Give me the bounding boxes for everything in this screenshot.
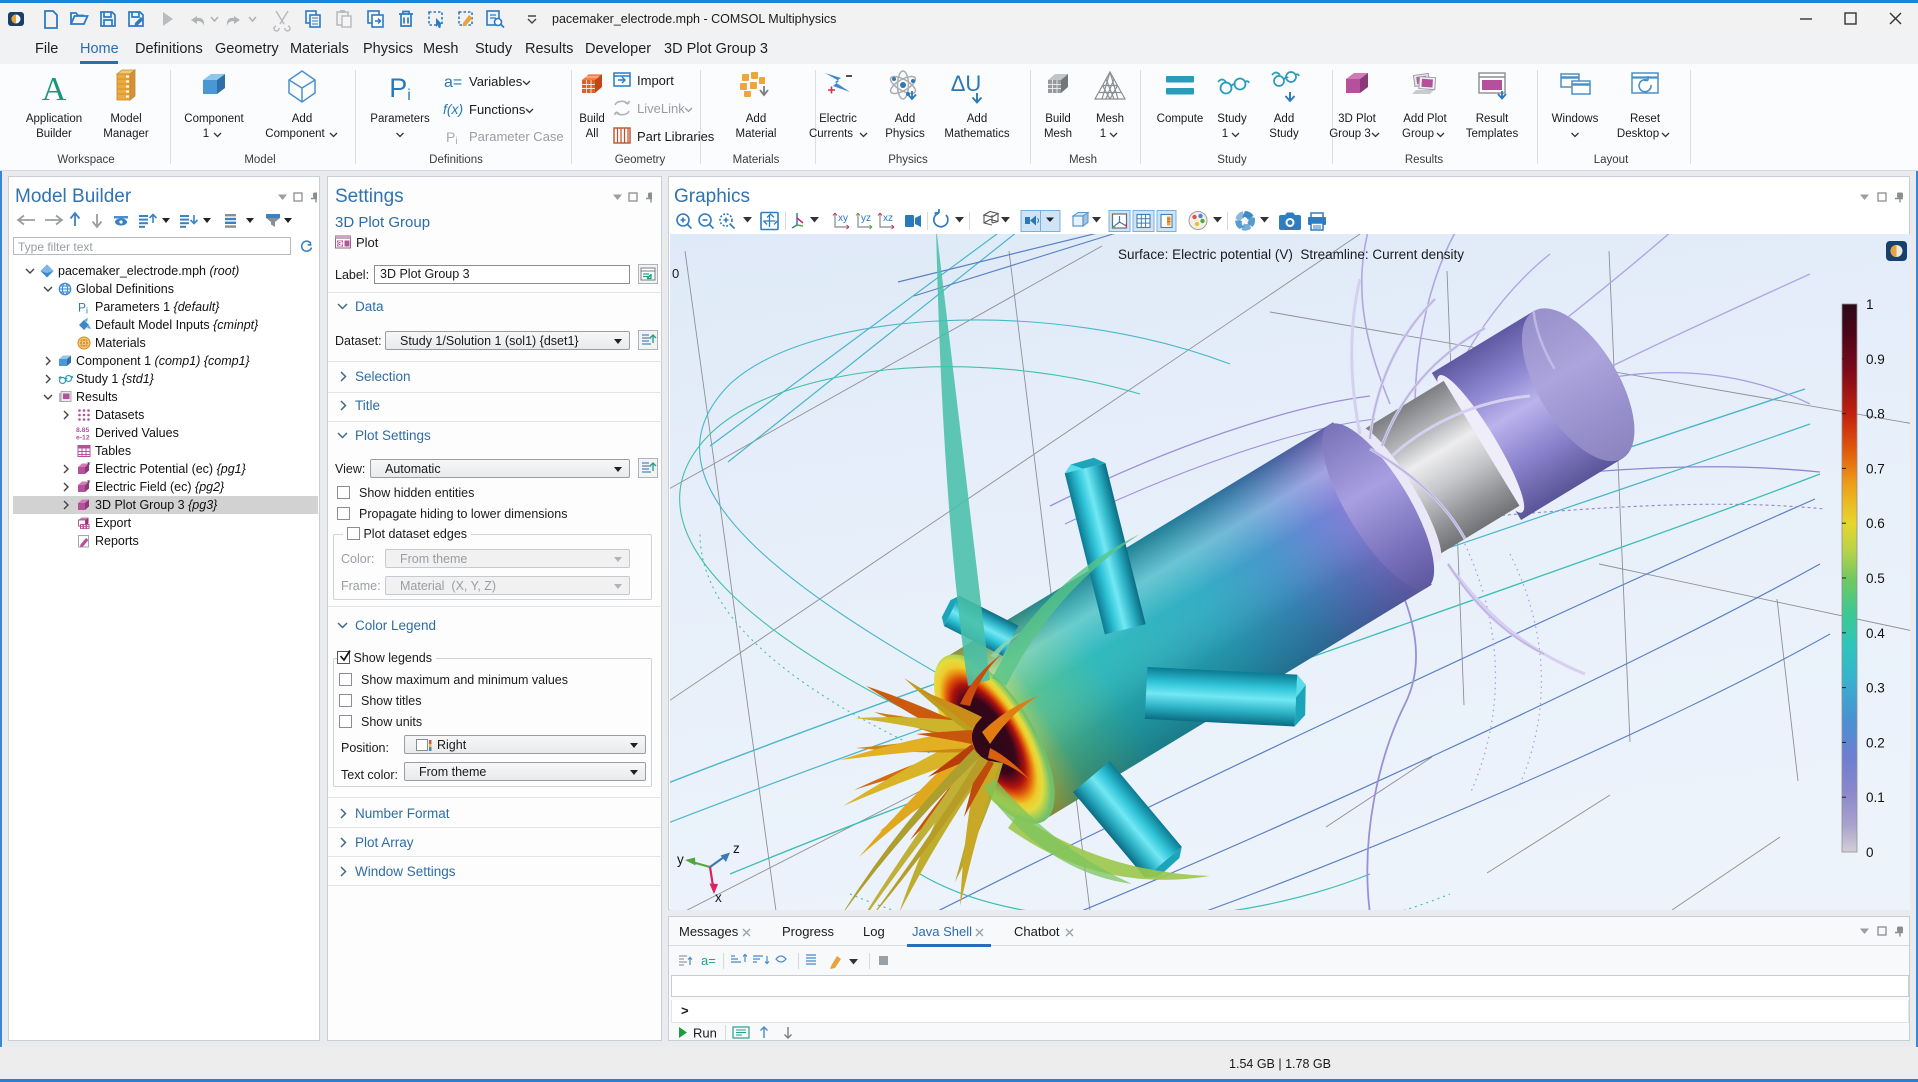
svg-text:1: 1 xyxy=(1100,128,1106,140)
svg-text:a=: a= xyxy=(444,74,462,91)
svg-text:0.6: 0.6 xyxy=(1866,516,1885,531)
svg-text:Layout: Layout xyxy=(1594,154,1629,166)
svg-text:A: A xyxy=(42,71,67,108)
svg-text:Geometry: Geometry xyxy=(615,154,666,166)
svg-text:*: * xyxy=(87,480,91,488)
svg-text:Variables: Variables xyxy=(469,74,523,89)
svg-text:Component: Component xyxy=(265,128,325,140)
svg-text:xy: xy xyxy=(838,213,848,224)
svg-text:Add: Add xyxy=(1274,113,1294,125)
svg-text:0.2: 0.2 xyxy=(1866,735,1885,750)
svg-text:Add Plot: Add Plot xyxy=(1403,113,1447,125)
svg-text:Pi: Pi xyxy=(389,73,411,104)
svg-text:pacemaker_electrode.mph - COMS: pacemaker_electrode.mph - COMSOL Multiph… xyxy=(552,12,836,26)
svg-text:0.3: 0.3 xyxy=(1866,681,1885,696)
svg-text:*: * xyxy=(87,462,91,470)
svg-text:Compute: Compute xyxy=(1157,113,1204,125)
svg-text:Currents: Currents xyxy=(809,128,853,140)
svg-text:0.1: 0.1 xyxy=(1866,790,1885,805)
svg-text:Reset: Reset xyxy=(1630,113,1661,125)
svg-text:Group: Group xyxy=(1402,128,1434,140)
svg-text:Study: Study xyxy=(1217,113,1247,125)
svg-text:y: y xyxy=(677,852,684,867)
svg-text:Component: Component xyxy=(184,113,244,125)
svg-text:Study: Study xyxy=(1217,154,1247,166)
svg-text:e-12: e-12 xyxy=(76,435,90,442)
svg-text:Add: Add xyxy=(967,113,987,125)
svg-text:0.5: 0.5 xyxy=(1866,571,1885,586)
svg-text:Functions: Functions xyxy=(469,102,526,117)
svg-text:Builder: Builder xyxy=(36,128,72,140)
svg-text:3D Plot: 3D Plot xyxy=(1338,113,1377,125)
svg-text:Model: Model xyxy=(110,113,141,125)
svg-text:Parameters: Parameters xyxy=(370,113,430,125)
svg-text:f(x): f(x) xyxy=(443,101,463,117)
svg-text:Results: Results xyxy=(1405,154,1444,166)
svg-text:Physics: Physics xyxy=(885,128,925,140)
svg-text:Workspace: Workspace xyxy=(57,154,114,166)
svg-text:Definitions: Definitions xyxy=(429,154,483,166)
svg-text:0: 0 xyxy=(672,266,679,281)
svg-text:yz: yz xyxy=(861,213,871,224)
svg-text:Mesh: Mesh xyxy=(1069,154,1097,166)
svg-text:All: All xyxy=(586,128,599,140)
svg-text:Material: Material xyxy=(736,128,777,140)
svg-text:Study: Study xyxy=(1269,128,1299,140)
svg-text:LiveLink: LiveLink xyxy=(637,101,685,116)
svg-text:Run: Run xyxy=(693,1026,717,1041)
svg-text:1: 1 xyxy=(1866,297,1874,312)
svg-text:Mesh: Mesh xyxy=(1044,128,1072,140)
svg-text:P: P xyxy=(78,301,86,315)
svg-text:xz: xz xyxy=(883,213,893,224)
svg-text:Windows: Windows xyxy=(1552,113,1599,125)
svg-text:0: 0 xyxy=(1866,845,1874,860)
svg-text:0.9: 0.9 xyxy=(1866,352,1885,367)
svg-text:Mesh: Mesh xyxy=(1096,113,1124,125)
svg-text:a=: a= xyxy=(701,953,716,968)
svg-text:Add: Add xyxy=(292,113,312,125)
svg-text:Result: Result xyxy=(1476,113,1509,125)
svg-text:Parameter Case: Parameter Case xyxy=(469,129,564,144)
svg-text:Part Libraries: Part Libraries xyxy=(637,129,715,144)
svg-text:Add: Add xyxy=(746,113,766,125)
svg-text:Surface: Electric potential (V: Surface: Electric potential (V) Streamli… xyxy=(1118,247,1464,262)
svg-text:Pi: Pi xyxy=(446,129,458,147)
svg-text:Model: Model xyxy=(244,154,275,166)
svg-text:Templates: Templates xyxy=(1466,128,1519,140)
svg-text:Build: Build xyxy=(579,113,605,125)
svg-text:Desktop: Desktop xyxy=(1617,128,1659,140)
svg-text:Application: Application xyxy=(26,113,82,125)
svg-text:Electric: Electric xyxy=(819,113,857,125)
svg-text:0.8: 0.8 xyxy=(1866,407,1885,422)
svg-text:x: x xyxy=(715,890,722,905)
svg-text:Add: Add xyxy=(895,113,915,125)
svg-text:ΔU: ΔU xyxy=(951,71,982,96)
svg-text:Import: Import xyxy=(637,73,674,88)
svg-text:i: i xyxy=(86,306,88,315)
svg-text:Manager: Manager xyxy=(103,128,149,140)
svg-text:Physics: Physics xyxy=(888,154,928,166)
svg-text:1: 1 xyxy=(203,128,209,140)
svg-text:0.7: 0.7 xyxy=(1866,461,1885,476)
svg-text:z: z xyxy=(733,841,740,856)
svg-text:Mathematics: Mathematics xyxy=(944,128,1009,140)
svg-text:8.85: 8.85 xyxy=(76,427,89,434)
svg-text:0.4: 0.4 xyxy=(1866,626,1885,641)
svg-text:Group 3: Group 3 xyxy=(1329,128,1371,140)
svg-text:1: 1 xyxy=(1222,128,1228,140)
svg-text:Materials: Materials xyxy=(733,154,780,166)
svg-text:Build: Build xyxy=(1045,113,1071,125)
